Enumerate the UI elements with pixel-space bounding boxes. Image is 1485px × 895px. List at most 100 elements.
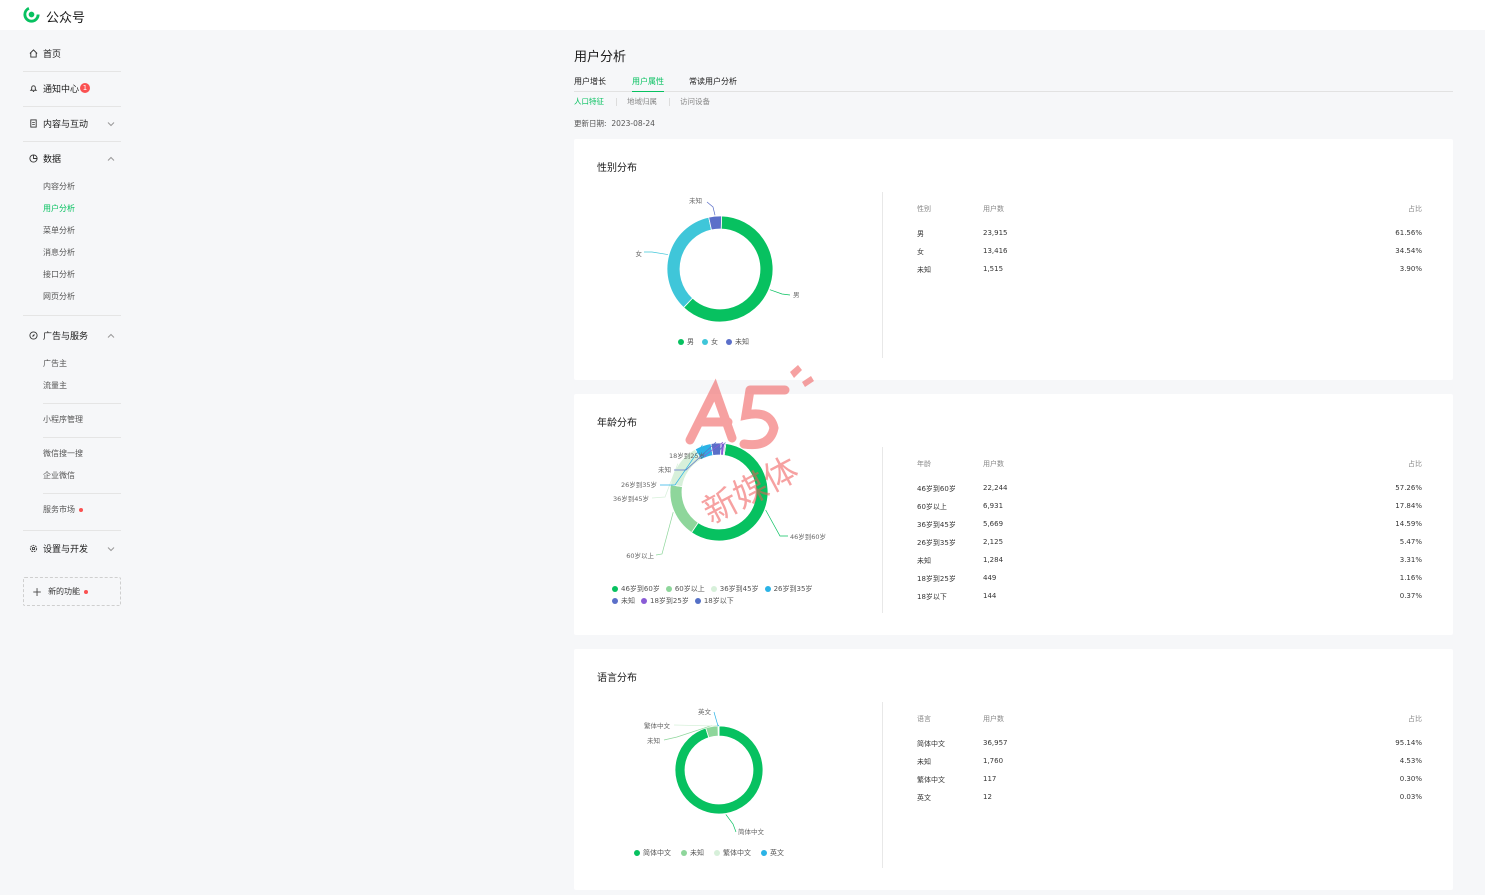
update-date: 更新日期: 2023-08-24 [574, 118, 655, 129]
legend-dot [702, 339, 708, 345]
sidebar-item-label: 设置与开发 [43, 544, 89, 555]
sidebar-item-settings[interactable]: 设置与开发 [29, 541, 88, 555]
legend-item[interactable]: 36岁到45岁 [710, 584, 759, 594]
legend-label: 简体中文 [643, 849, 671, 857]
sidebar-item-wecom[interactable]: 企业微信 [43, 470, 75, 482]
document-icon [30, 118, 37, 128]
column-header: 语言 [917, 715, 931, 723]
legend-item[interactable]: 18岁以下 [694, 596, 734, 606]
sidebar-item-web-analysis[interactable]: 网页分析 [43, 291, 75, 303]
sidebar-divider [23, 530, 121, 531]
chevron-up-icon[interactable] [107, 155, 115, 163]
sidebar-item-advertiser[interactable]: 广告主 [43, 358, 67, 370]
wechat-logo-icon[interactable] [22, 5, 41, 24]
subtab-divider [616, 98, 617, 106]
top-bar: 公众号 [0, 0, 1485, 30]
legend-label: 26岁到35岁 [773, 585, 813, 593]
legend-dot [665, 586, 672, 592]
legend-item[interactable]: 女 [702, 337, 718, 347]
legend-dot [726, 339, 732, 345]
sidebar-item-label: 内容与互动 [43, 119, 89, 130]
sidebar-item-service-market[interactable]: 服务市场 [43, 504, 83, 516]
legend-label: 英文 [770, 849, 784, 857]
tab-frequent-readers[interactable]: 常读用户分析 [689, 76, 737, 92]
sidebar-item-mini-program[interactable]: 小程序管理 [43, 414, 83, 426]
subtab-demographics[interactable]: 人口特征 [574, 96, 604, 107]
table-cell-count: 1,760 [983, 757, 1004, 765]
sidebar-item-home[interactable]: 首页 [29, 46, 61, 60]
subtab-devices[interactable]: 访问设备 [680, 96, 710, 107]
legend-dot [678, 339, 684, 345]
legend-label: 36岁到45岁 [719, 585, 759, 593]
sidebar-item-content[interactable]: 内容与互动 [29, 116, 88, 130]
tab-user-growth[interactable]: 用户增长 [574, 76, 606, 92]
legend-item[interactable]: 60岁以上 [665, 584, 705, 594]
table-cell-name: 未知 [917, 758, 931, 766]
legend-item[interactable]: 简体中文 [634, 848, 671, 858]
bell-icon [29, 84, 38, 92]
sidebar-divider [23, 71, 121, 72]
table-cell-percent: 0.30% [1399, 775, 1422, 783]
brand-name[interactable]: 公众号 [46, 7, 85, 26]
new-feature-button[interactable]: + 新的功能 [23, 577, 121, 606]
legend-item[interactable]: 未知 [612, 596, 635, 606]
slice-label: 未知 [647, 736, 660, 745]
legend-item[interactable]: 未知 [726, 337, 749, 347]
legend-item[interactable]: 英文 [761, 848, 784, 858]
card-divider [882, 192, 883, 358]
column-header: 性别 [917, 205, 931, 213]
sidebar-item-api-analysis[interactable]: 接口分析 [43, 269, 75, 281]
table-cell-count: 449 [983, 574, 997, 582]
legend-item[interactable]: 男 [678, 337, 694, 347]
pie-chart-icon [29, 153, 38, 163]
legend-label: 未知 [690, 849, 704, 857]
table-cell-percent: 3.31% [1399, 556, 1422, 564]
pie-slice[interactable] [674, 725, 764, 815]
tab-user-attributes[interactable]: 用户属性 [632, 76, 664, 92]
subtab-region[interactable]: 地域归属 [627, 96, 657, 107]
table-cell-count: 117 [983, 775, 997, 783]
sidebar-item-message-analysis[interactable]: 消息分析 [43, 247, 75, 259]
table-cell-count: 36,957 [983, 739, 1008, 747]
legend-item[interactable]: 未知 [681, 848, 704, 858]
sidebar-item-ads[interactable]: 广告与服务 [29, 328, 88, 342]
sidebar-item-wechat-search[interactable]: 微信搜一搜 [43, 448, 83, 460]
chevron-down-icon[interactable] [107, 545, 115, 553]
legend-label: 繁体中文 [723, 849, 751, 857]
legend-label: 男 [687, 338, 694, 346]
chevron-down-icon[interactable] [107, 120, 115, 128]
legend-label: 未知 [621, 597, 635, 605]
table-cell-count: 23,915 [983, 229, 1008, 237]
sidebar-item-publisher[interactable]: 流量主 [43, 380, 67, 392]
sidebar-divider [43, 493, 121, 494]
table-cell-percent: 34.54% [1395, 247, 1422, 255]
table-cell-percent: 5.47% [1399, 538, 1422, 546]
sidebar-divider [23, 106, 121, 107]
label-leader-line [713, 711, 720, 727]
pie-slice[interactable] [669, 484, 699, 534]
legend-item[interactable]: 26岁到35岁 [764, 584, 813, 594]
legend-dot [714, 850, 720, 856]
table-cell-percent: 95.14% [1395, 739, 1422, 747]
sidebar-item-user-analysis[interactable]: 用户分析 [43, 203, 75, 215]
table-cell-name: 60岁以上 [917, 503, 947, 511]
sidebar-item-content-analysis[interactable]: 内容分析 [43, 181, 75, 193]
sidebar-item-label: 服务市场 [43, 505, 75, 514]
legend-item[interactable]: 18岁到25岁 [641, 596, 689, 606]
table-cell-name: 未知 [917, 557, 931, 565]
chevron-up-icon[interactable] [107, 332, 115, 340]
legend-item[interactable]: 繁体中文 [714, 848, 751, 858]
sidebar-item-data[interactable]: 数据 [29, 151, 61, 165]
sidebar-item-notifications[interactable]: 通知中心 1 [29, 81, 91, 95]
legend-item[interactable]: 46岁到60岁 [612, 584, 660, 594]
pie-slice[interactable] [666, 216, 712, 309]
label-leader-line [644, 251, 669, 255]
sidebar-divider [23, 141, 121, 142]
sidebar-divider [43, 403, 121, 404]
sidebar-item-menu-analysis[interactable]: 菜单分析 [43, 225, 75, 237]
pie-slice[interactable] [708, 215, 723, 231]
column-header: 占比 [1408, 205, 1422, 213]
chart-legend: 男 女 未知 [678, 337, 757, 347]
table-cell-percent: 3.90% [1399, 265, 1422, 273]
legend-dot [764, 586, 771, 592]
